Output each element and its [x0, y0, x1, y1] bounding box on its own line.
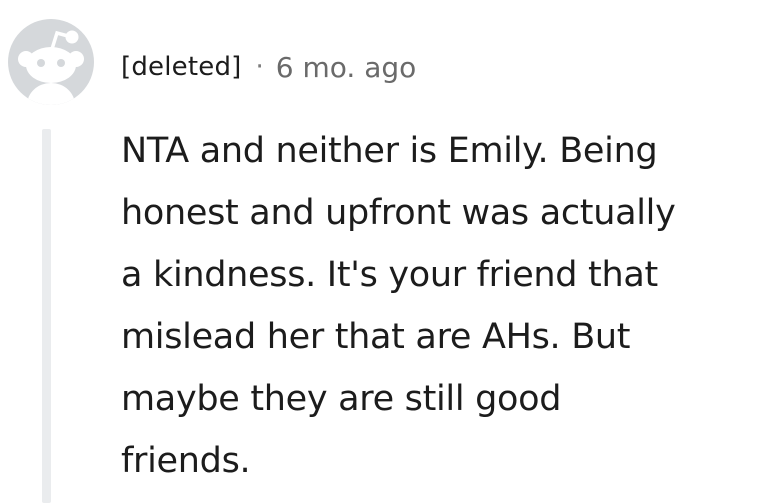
- comment-line: honest and upfront was actually: [121, 193, 676, 233]
- comment-line: NTA and neither is Emily. Being: [121, 131, 658, 171]
- comment-meta: [deleted] · 6 mo. ago: [121, 46, 416, 88]
- avatar[interactable]: [8, 19, 94, 105]
- comment-author[interactable]: [deleted]: [121, 52, 242, 82]
- snoo-default-avatar-icon: [18, 30, 84, 105]
- meta-separator: ·: [255, 52, 264, 82]
- comment-line: friends.: [121, 441, 251, 481]
- comment-line: a kindness. It's your friend that: [121, 255, 658, 295]
- thread-line[interactable]: [42, 129, 51, 503]
- comment-timestamp[interactable]: 6 mo. ago: [276, 51, 417, 84]
- comment-body: NTA and neither is Emily. Being honest a…: [121, 120, 766, 492]
- comment-line: maybe they are still good: [121, 379, 562, 419]
- comment-line: mislead her that are AHs. But: [121, 317, 631, 357]
